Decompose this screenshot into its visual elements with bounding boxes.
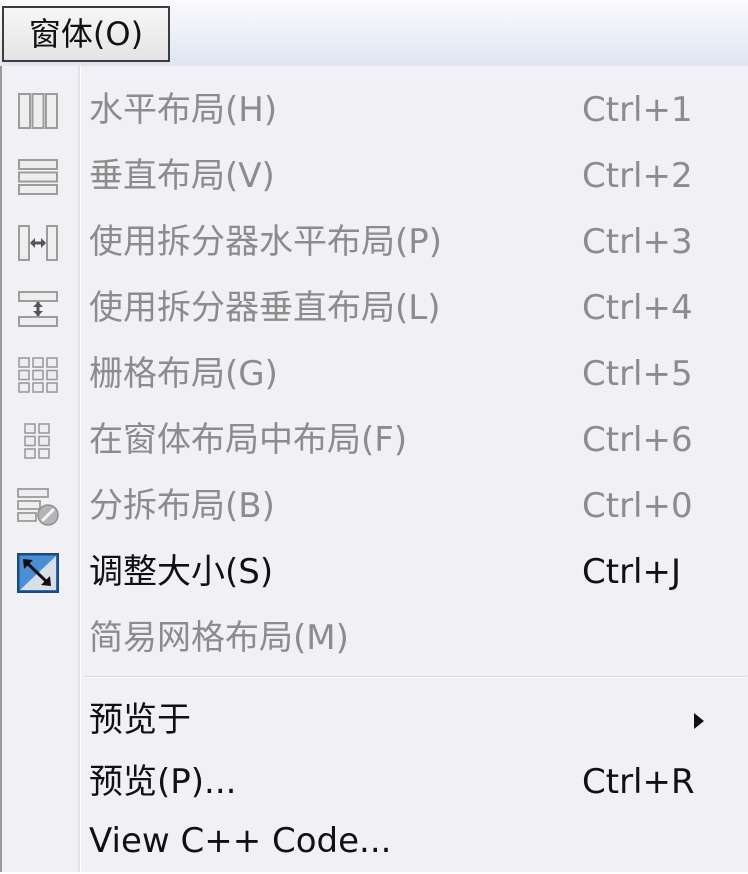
menu-item-label: 水平布局(H) bbox=[89, 90, 278, 130]
menu-item-adjust-size[interactable]: 调整大小(S) Ctrl+J bbox=[2, 539, 748, 605]
menu-item-splitter-vertical-layout[interactable]: 使用拆分器垂直布局(L) Ctrl+4 bbox=[2, 275, 748, 341]
menu-item-preview-in[interactable]: 预览于 bbox=[2, 687, 748, 753]
menu-item-grid-layout[interactable]: 栅格布局(G) Ctrl+5 bbox=[2, 341, 748, 407]
menu-item-label: 分拆布局(B) bbox=[89, 486, 275, 526]
menu-item-label: 预览(P)... bbox=[89, 762, 237, 802]
menu-item-break-layout[interactable]: 分拆布局(B) Ctrl+0 bbox=[2, 473, 748, 539]
menu-item-shortcut: Ctrl+6 bbox=[582, 420, 693, 460]
submenu-arrow-icon bbox=[694, 713, 704, 729]
menu-item-shortcut: Ctrl+5 bbox=[582, 354, 693, 394]
menu-item-splitter-horizontal-layout[interactable]: 使用拆分器水平布局(P) Ctrl+3 bbox=[2, 209, 748, 275]
horizontal-layout-icon bbox=[16, 91, 60, 131]
menu-item-shortcut: Ctrl+J bbox=[582, 552, 682, 592]
menu-item-horizontal-layout[interactable]: 水平布局(H) Ctrl+1 bbox=[2, 77, 748, 143]
menu-item-label: 使用拆分器垂直布局(L) bbox=[89, 288, 441, 328]
splitter-vertical-icon bbox=[16, 289, 60, 329]
menu-item-simple-grid-layout[interactable]: 简易网格布局(M) bbox=[2, 605, 748, 671]
menu-item-shortcut: Ctrl+1 bbox=[582, 90, 693, 130]
break-layout-icon bbox=[16, 487, 60, 527]
form-dropdown-menu: 水平布局(H) Ctrl+1 垂直布局(V) Ctrl+2 使用拆分器水平布局(… bbox=[0, 66, 748, 872]
menu-item-label: 垂直布局(V) bbox=[89, 156, 275, 196]
menu-item-shortcut: Ctrl+2 bbox=[582, 156, 693, 196]
menu-item-form-layout[interactable]: 在窗体布局中布局(F) Ctrl+6 bbox=[2, 407, 748, 473]
form-layout-icon bbox=[16, 421, 60, 461]
adjust-size-icon bbox=[16, 553, 60, 593]
grid-layout-icon bbox=[16, 355, 60, 395]
menu-item-view-cpp-code[interactable]: View C++ Code... bbox=[2, 808, 748, 874]
menu-item-label: 调整大小(S) bbox=[89, 552, 274, 592]
menu-item-label: 在窗体布局中布局(F) bbox=[89, 420, 408, 460]
menu-title-form[interactable]: 窗体(O) bbox=[2, 6, 170, 62]
menu-item-shortcut: Ctrl+0 bbox=[582, 486, 693, 526]
menu-item-label: 使用拆分器水平布局(P) bbox=[89, 222, 443, 262]
menu-item-label: View C++ Code... bbox=[89, 821, 392, 861]
menu-bar: 窗体(O) bbox=[0, 0, 748, 67]
menu-item-label: 栅格布局(G) bbox=[89, 354, 278, 394]
menu-item-label: 简易网格布局(M) bbox=[89, 618, 349, 658]
menu-separator bbox=[84, 676, 746, 678]
splitter-horizontal-icon bbox=[16, 223, 60, 263]
menu-item-shortcut: Ctrl+R bbox=[582, 762, 695, 802]
vertical-layout-icon bbox=[16, 157, 60, 197]
menu-item-preview[interactable]: 预览(P)... Ctrl+R bbox=[2, 749, 748, 815]
menu-item-vertical-layout[interactable]: 垂直布局(V) Ctrl+2 bbox=[2, 143, 748, 209]
menu-item-shortcut: Ctrl+4 bbox=[582, 288, 693, 328]
menu-item-label: 预览于 bbox=[89, 700, 191, 740]
menu-item-shortcut: Ctrl+3 bbox=[582, 222, 693, 262]
